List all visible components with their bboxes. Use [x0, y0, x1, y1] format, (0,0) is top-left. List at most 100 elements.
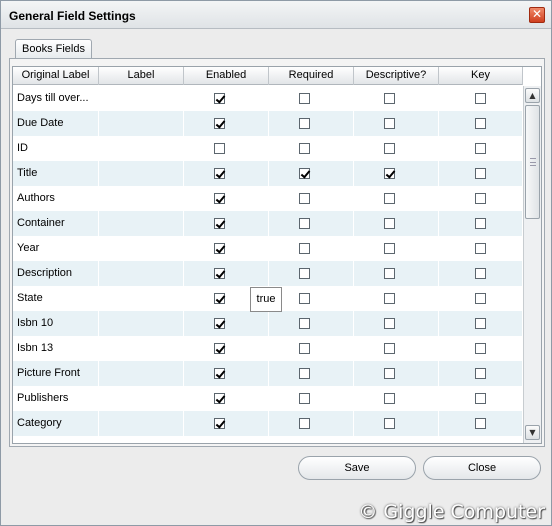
- required-checkbox[interactable]: [299, 443, 310, 444]
- key-checkbox[interactable]: [474, 343, 486, 354]
- required-checkbox[interactable]: [299, 343, 310, 354]
- cell-label-input[interactable]: [99, 186, 184, 211]
- required-checkbox[interactable]: [299, 243, 310, 254]
- descriptive-checkbox[interactable]: [384, 218, 395, 229]
- descriptive-checkbox[interactable]: [384, 418, 395, 429]
- enabled-checkbox[interactable]: [214, 393, 225, 404]
- grip-icon: [530, 158, 536, 166]
- enabled-checkbox[interactable]: [214, 443, 225, 444]
- close-icon[interactable]: ✕: [529, 7, 545, 23]
- key-checkbox[interactable]: [474, 118, 486, 129]
- column-header-enabled[interactable]: Enabled: [184, 67, 269, 85]
- descriptive-checkbox[interactable]: [384, 93, 395, 104]
- table-row: Isbn 10: [13, 311, 523, 336]
- required-checkbox[interactable]: [299, 418, 310, 429]
- key-checkbox[interactable]: [474, 93, 486, 104]
- column-header-key[interactable]: Key: [439, 67, 523, 85]
- cell-label-input[interactable]: [99, 211, 184, 236]
- column-header-required[interactable]: Required: [269, 67, 354, 85]
- required-checkbox[interactable]: [299, 193, 310, 204]
- enabled-checkbox[interactable]: [214, 168, 225, 179]
- key-checkbox[interactable]: [474, 368, 486, 379]
- key-checkbox[interactable]: [474, 293, 486, 304]
- descriptive-checkbox[interactable]: [384, 118, 395, 129]
- descriptive-checkbox[interactable]: [384, 393, 395, 404]
- close-button[interactable]: Close: [423, 456, 541, 480]
- scroll-down-icon[interactable]: ▼: [525, 425, 540, 440]
- descriptive-checkbox[interactable]: [384, 268, 395, 279]
- scroll-up-icon[interactable]: ▲: [525, 88, 540, 103]
- key-checkbox[interactable]: [474, 218, 486, 229]
- enabled-checkbox[interactable]: [214, 368, 225, 379]
- cell-label-input[interactable]: [99, 361, 184, 386]
- key-checkbox[interactable]: [474, 193, 486, 204]
- cell-label-input[interactable]: [99, 261, 184, 286]
- descriptive-checkbox[interactable]: [384, 343, 395, 354]
- column-header-descriptive[interactable]: Descriptive?: [354, 67, 439, 85]
- required-checkbox[interactable]: [299, 393, 310, 404]
- required-checkbox[interactable]: [299, 368, 310, 379]
- cell-label-input[interactable]: [99, 86, 184, 111]
- descriptive-checkbox[interactable]: [384, 193, 395, 204]
- cell-descriptive: [354, 336, 439, 361]
- cell-label-input[interactable]: [99, 386, 184, 411]
- cell-label-input[interactable]: [99, 286, 184, 311]
- cell-original-label: Picture Front: [13, 361, 99, 386]
- required-checkbox[interactable]: [299, 143, 310, 154]
- descriptive-checkbox[interactable]: [384, 368, 395, 379]
- key-checkbox[interactable]: [475, 443, 486, 444]
- column-header-label[interactable]: Label: [99, 67, 184, 85]
- cell-label-input[interactable]: [99, 411, 184, 436]
- cell-label-input[interactable]: [99, 236, 184, 261]
- enabled-checkbox[interactable]: [214, 343, 225, 354]
- key-checkbox[interactable]: [474, 143, 486, 154]
- scroll-thumb[interactable]: [525, 105, 540, 219]
- cell-enabled: [184, 311, 269, 336]
- title-bar[interactable]: General Field Settings ✕: [1, 1, 551, 29]
- key-checkbox[interactable]: [474, 268, 486, 279]
- descriptive-checkbox[interactable]: [384, 318, 395, 329]
- cell-label-input[interactable]: [99, 136, 184, 161]
- descriptive-checkbox[interactable]: [384, 443, 395, 444]
- column-header-original-label[interactable]: Original Label: [13, 67, 99, 85]
- required-checkbox[interactable]: [299, 318, 310, 329]
- enabled-checkbox[interactable]: [214, 218, 225, 229]
- cell-label-input[interactable]: [99, 311, 184, 336]
- enabled-checkbox[interactable]: [214, 93, 225, 104]
- enabled-checkbox[interactable]: [214, 118, 225, 129]
- vertical-scrollbar[interactable]: ▲ ▼: [523, 86, 541, 443]
- key-checkbox[interactable]: [474, 318, 486, 329]
- cell-key: [439, 161, 523, 186]
- key-checkbox[interactable]: [474, 168, 486, 179]
- descriptive-checkbox[interactable]: [384, 168, 395, 179]
- tab-books-fields[interactable]: Books Fields: [15, 39, 92, 59]
- required-checkbox[interactable]: [299, 293, 310, 304]
- enabled-checkbox[interactable]: [214, 293, 225, 304]
- cell-label-input[interactable]: [99, 336, 184, 361]
- enabled-checkbox[interactable]: [214, 268, 225, 279]
- enabled-checkbox[interactable]: [214, 418, 225, 429]
- descriptive-checkbox[interactable]: [384, 143, 395, 154]
- enabled-checkbox[interactable]: [214, 143, 225, 154]
- enabled-checkbox[interactable]: [214, 193, 225, 204]
- cell-label-input[interactable]: [99, 436, 184, 443]
- key-checkbox[interactable]: [474, 393, 486, 404]
- cell-label-input[interactable]: [99, 161, 184, 186]
- cell-original-label: Authors: [13, 186, 99, 211]
- required-checkbox[interactable]: [299, 93, 310, 104]
- required-checkbox[interactable]: [299, 218, 310, 229]
- cell-label-input[interactable]: [99, 111, 184, 136]
- required-checkbox[interactable]: [299, 168, 310, 179]
- table-row: Title: [13, 161, 523, 186]
- required-checkbox[interactable]: [299, 118, 310, 129]
- enabled-checkbox[interactable]: [214, 318, 225, 329]
- descriptive-checkbox[interactable]: [384, 243, 395, 254]
- required-checkbox[interactable]: [299, 268, 310, 279]
- key-checkbox[interactable]: [474, 418, 486, 429]
- key-checkbox[interactable]: [474, 243, 486, 254]
- cell-required: [269, 361, 354, 386]
- descriptive-checkbox[interactable]: [384, 293, 395, 304]
- enabled-checkbox[interactable]: [214, 243, 225, 254]
- save-button[interactable]: Save: [298, 456, 416, 480]
- cell-required: [269, 111, 354, 136]
